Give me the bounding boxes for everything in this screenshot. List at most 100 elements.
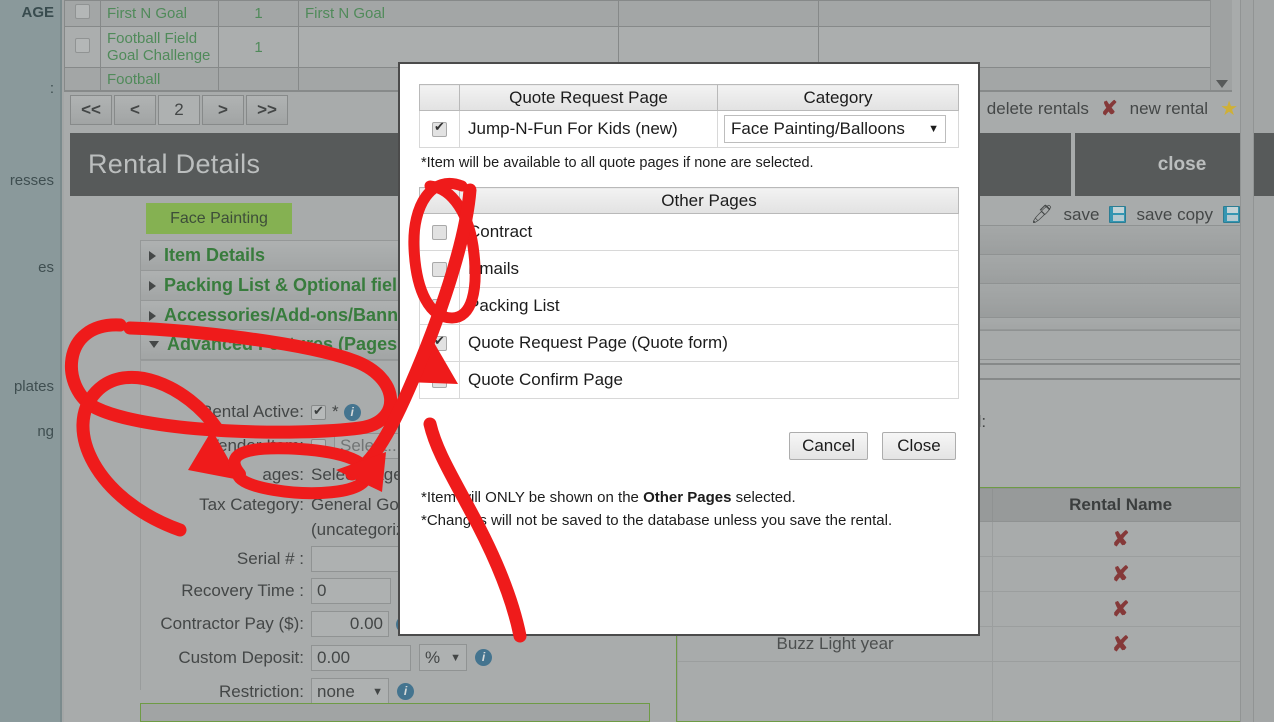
category-cell[interactable]: Face Painting/Balloons ▼ [717,110,959,148]
collapsed-panel-3[interactable] [954,283,1250,318]
tab-face-painting[interactable]: Face Painting [146,203,292,234]
left-navigation-rail[interactable]: AGE : resses es plates ng [0,0,62,722]
column-header-checkbox [419,187,460,214]
section-label: Advanced Features (Pages, [167,334,403,354]
remove-rental-icon[interactable]: ✘ [992,556,1249,592]
table-row[interactable]: Quote Confirm Page [419,361,959,399]
delete-rentals-label[interactable]: delete rentals [987,99,1089,119]
footnote-line-1: *Item will ONLY be shown on the Other Pa… [421,486,892,509]
cancel-button[interactable]: Cancel [789,432,868,460]
star-icon[interactable]: ★ [1220,96,1238,121]
field-contractor-pay[interactable]: Contractor Pay ($): 0.00 i [141,611,413,637]
restriction-select[interactable]: none ▼ [311,678,389,705]
table-row[interactable]: Emails [419,250,959,288]
info-icon[interactable]: i [397,683,414,700]
contract-checkbox[interactable] [432,225,447,241]
remove-rental-icon[interactable]: ✘ [992,521,1249,557]
recovery-time-input[interactable]: 0 [311,578,391,604]
close-button[interactable]: Close [882,432,956,460]
pager-prev-button[interactable]: < [114,95,156,125]
packing-list-checkbox[interactable] [432,296,447,315]
other-page-checkbox-cell[interactable] [419,287,460,325]
page-vertical-scrollbar[interactable] [1240,0,1254,722]
field-custom-deposit[interactable]: Custom Deposit: 0.00 % ▼ i [141,644,492,671]
other-page-label: Quote Confirm Page [459,361,959,399]
field-restriction[interactable]: Restriction: none ▼ i [141,678,414,705]
footnote-line-2: *Changes will not be saved to the databa… [421,512,893,530]
quote-page-checkbox[interactable] [432,119,447,138]
row-checkbox-cell[interactable] [64,67,101,90]
collapsed-panel-4[interactable] [954,330,1250,360]
field-label: Custom Deposit: [178,647,304,667]
row-qty: 1 [218,26,299,68]
select-pages-link[interactable]: Select Pages [311,465,411,485]
chevron-right-icon [149,280,156,291]
remove-rental-icon[interactable]: ✘ [992,626,1249,662]
other-page-checkbox-cell[interactable] [419,213,460,251]
table-row[interactable]: Contract [419,213,959,251]
scroll-down-arrow-icon[interactable] [1215,80,1228,88]
emails-checkbox[interactable] [432,262,447,278]
contractor-pay-input[interactable]: 0.00 [311,611,389,637]
pager-next-button[interactable]: > [202,95,244,125]
row-checkbox[interactable] [75,37,90,53]
grid-toolbar[interactable]: delete rentals ✘ new rental ★ [987,96,1238,121]
column-header-checkbox [419,84,460,111]
rail-item-3[interactable]: es [38,259,54,276]
save-copy-label[interactable]: save copy [1136,205,1213,225]
field-rental-active[interactable]: Rental Active: * i [141,402,361,422]
edit-pencil-icon[interactable]: 🖊 [1031,204,1054,225]
other-page-checkbox-cell[interactable] [419,250,460,288]
category-select[interactable]: Face Painting/Balloons ▼ [724,115,946,143]
row-spacer-a [618,0,819,27]
quote-request-page-checkbox[interactable] [432,333,447,352]
vendor-item-checkbox[interactable] [311,438,326,454]
quote-request-page-table[interactable]: Quote Request Page Category Jump-N-Fun F… [419,84,959,148]
rental-active-checkbox[interactable] [311,403,326,420]
table-row[interactable]: Packing List [419,287,959,325]
pagination[interactable]: << < 2 > >> [70,95,288,125]
rail-item-1[interactable]: : [50,80,54,97]
grid-vertical-scrollbar[interactable] [1210,0,1232,90]
table-row[interactable]: Quote Request Page (Quote form) [419,324,959,362]
pager-first-button[interactable]: << [70,95,112,125]
row-checkbox-cell[interactable] [64,26,101,68]
field-label: Serial # : [236,549,304,568]
info-icon[interactable]: i [475,649,492,666]
table-row[interactable]: First N Goal 1 First N Goal [64,0,1232,27]
row-alt-name: First N Goal [298,0,619,27]
other-pages-table[interactable]: Other Pages Contract Emails Packing List… [419,187,959,399]
quote-page-checkbox-cell[interactable] [419,110,460,148]
new-rental-label[interactable]: new rental [1130,99,1208,119]
cell-empty [992,661,1249,721]
save-floppy-icon[interactable] [1109,206,1127,223]
save-copy-floppy-icon[interactable] [1223,206,1240,223]
rail-item-2[interactable]: resses [10,172,54,189]
rail-item-4[interactable]: plates [14,378,54,395]
select-pages-modal[interactable]: Quote Request Page Category Jump-N-Fun F… [398,62,980,636]
row-checkbox[interactable] [75,4,90,19]
column-header-category: Category [717,84,959,111]
field-label: ages: [262,465,304,484]
other-page-label: Emails [459,250,959,288]
save-label[interactable]: save [1064,205,1100,225]
rail-item-0[interactable]: AGE [21,4,54,21]
table-row[interactable]: Jump-N-Fun For Kids (new) Face Painting/… [419,110,959,148]
pager-current-page[interactable]: 2 [158,95,200,125]
pager-last-button[interactable]: >> [246,95,288,125]
other-page-checkbox-cell[interactable] [419,361,460,399]
rail-item-5[interactable]: ng [37,423,54,440]
quote-confirm-page-checkbox[interactable] [432,370,447,389]
delete-x-icon[interactable]: ✘ [1101,96,1118,121]
modal-button-row[interactable]: Cancel Close [789,432,956,460]
custom-deposit-unit-select[interactable]: % ▼ [419,644,467,671]
column-header-rental-name: Rental Name [992,488,1249,522]
other-page-checkbox-cell[interactable] [419,324,460,362]
remove-rental-icon[interactable]: ✘ [992,591,1249,627]
save-toolbar[interactable]: 🖊 save save copy [1031,204,1240,225]
custom-deposit-input[interactable]: 0.00 [311,644,411,671]
row-checkbox-cell[interactable] [64,0,101,27]
row-name: First N Goal [100,0,219,27]
field-pages[interactable]: ages: Select Pages [141,465,411,485]
info-icon[interactable]: i [343,403,361,421]
